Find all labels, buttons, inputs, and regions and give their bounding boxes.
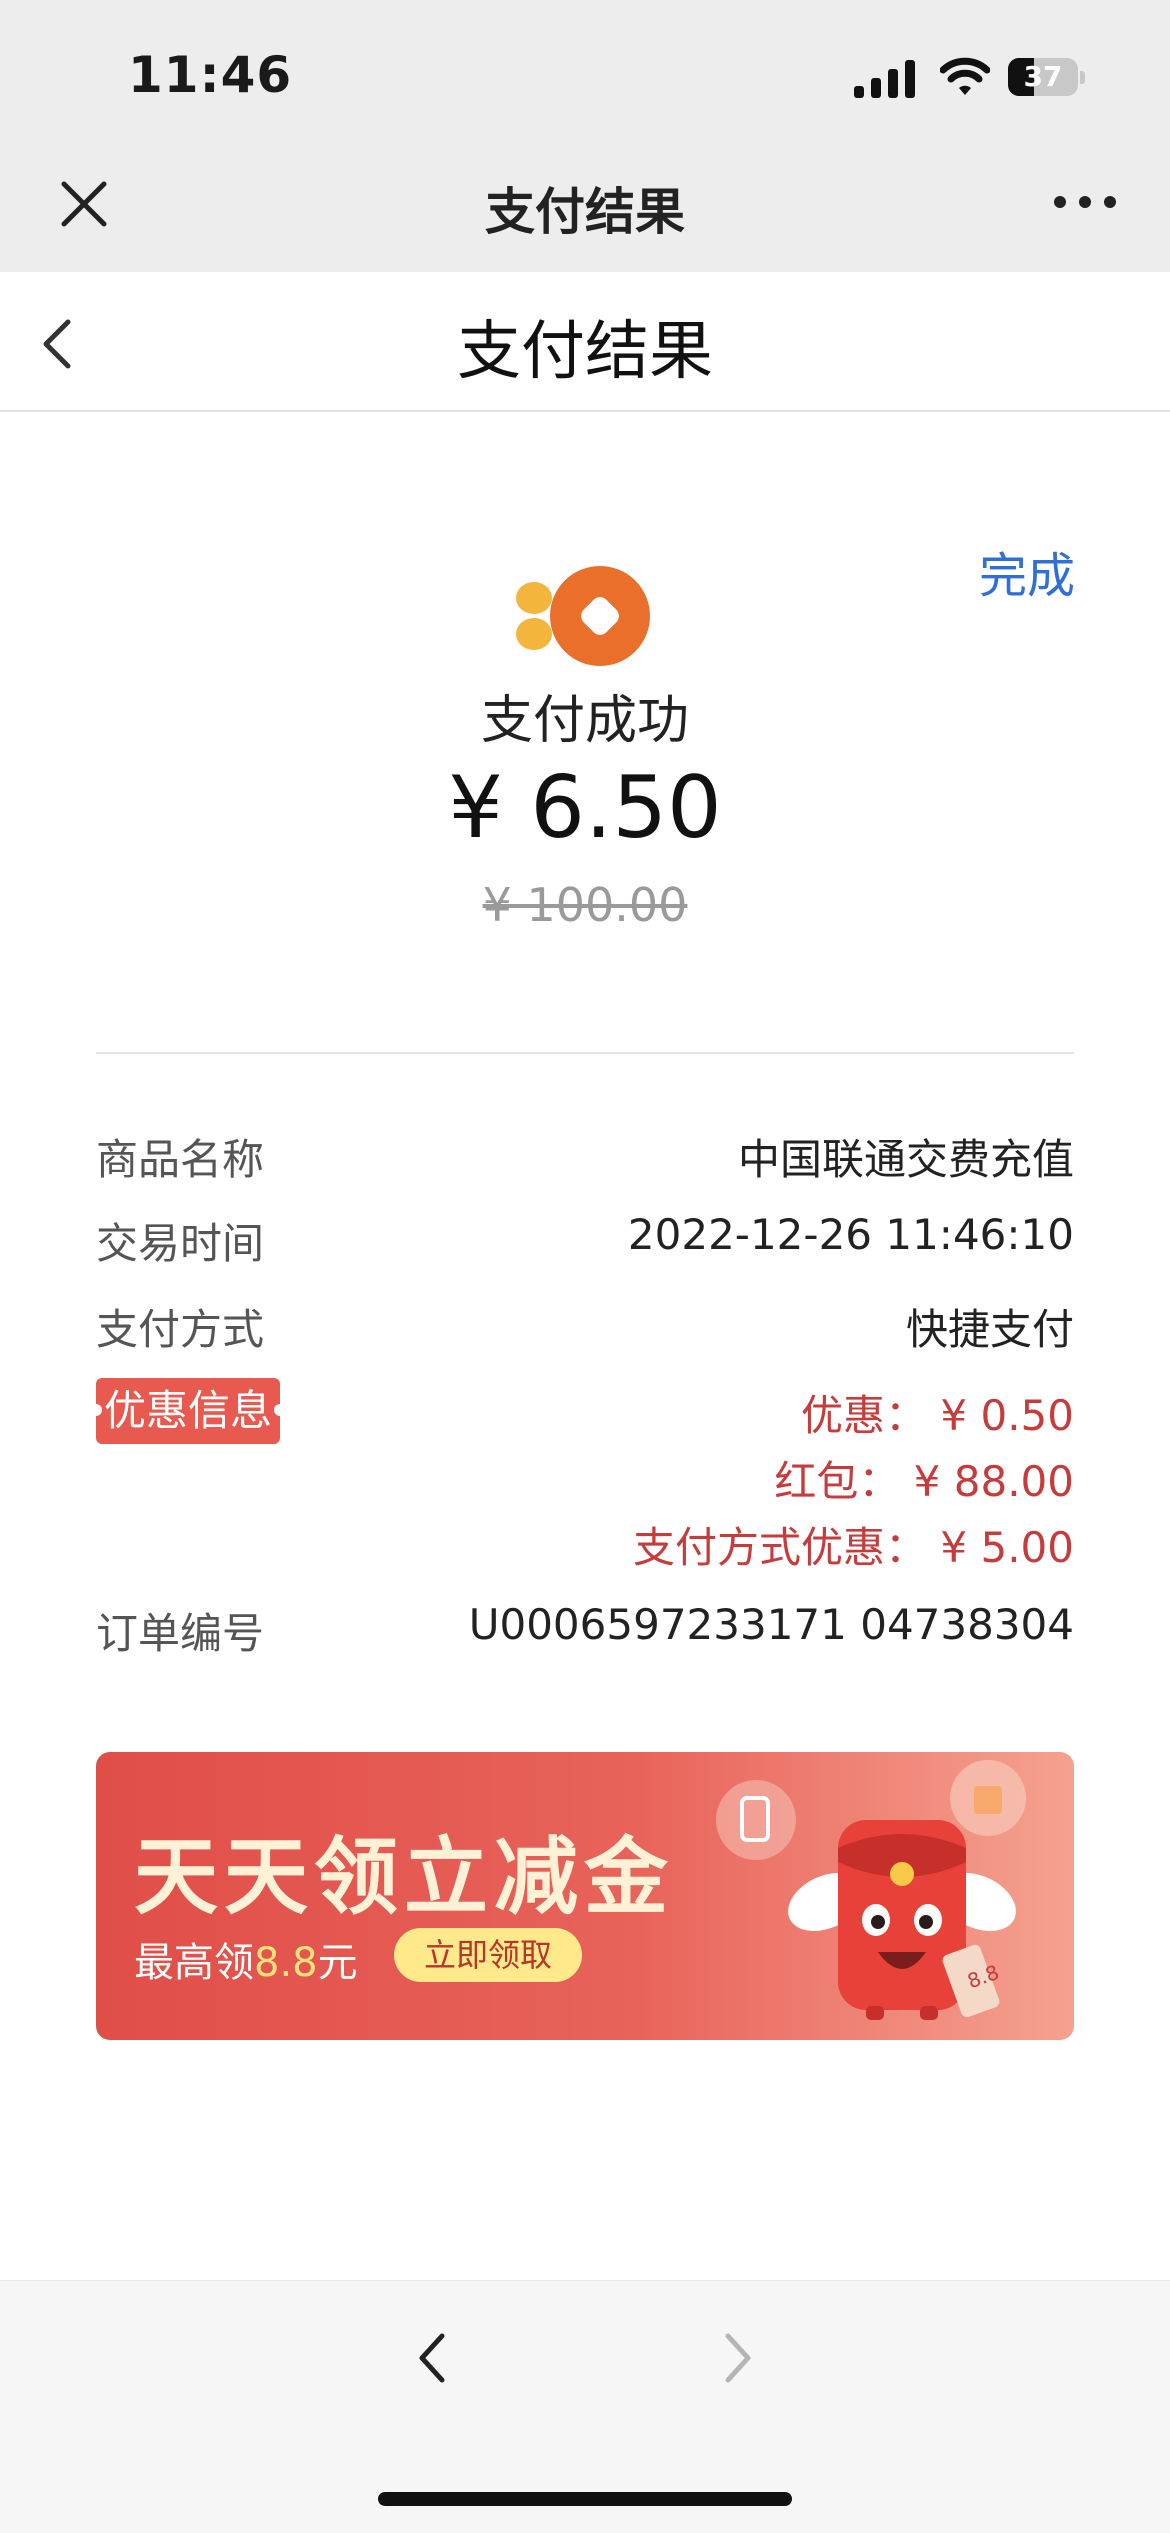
method-value: 快捷支付 xyxy=(905,1305,1074,1354)
discount-method: 支付方式优惠： ¥ 5.00 xyxy=(633,1523,1074,1572)
order-label: 订单编号 xyxy=(96,1609,265,1658)
nav-back-icon[interactable] xyxy=(412,2328,452,2388)
paid-amount: ¥ 6.50 xyxy=(448,758,722,858)
product-value: 中国联通交费充值 xyxy=(737,1135,1074,1184)
discount-redpacket: 红包： ¥ 88.00 xyxy=(774,1457,1074,1506)
close-icon[interactable] xyxy=(56,176,112,232)
wifi-icon xyxy=(939,56,991,98)
original-amount: ¥ 100.00 xyxy=(482,878,688,932)
banner-sub-amount: 8.8 xyxy=(254,1940,318,1986)
claim-button[interactable]: 立即领取 xyxy=(394,1928,582,1982)
done-button[interactable]: 完成 xyxy=(940,536,1075,606)
banner-subtitle: 最高领8.8元 xyxy=(134,1930,358,1988)
payment-logo-icon xyxy=(512,564,652,668)
discount-tag: 优惠信息 xyxy=(90,1378,286,1444)
banner-sub-suffix: 元 xyxy=(317,1940,358,1986)
battery-percent: 37 xyxy=(1023,60,1063,93)
signal-icon xyxy=(854,60,916,98)
banner-sub-prefix: 最高领 xyxy=(134,1940,254,1986)
banner-title: 天天领立减金 xyxy=(134,1828,675,1926)
home-indicator[interactable] xyxy=(378,2492,792,2506)
red-packet-mascot-icon: 8.8 xyxy=(716,1760,1026,2020)
page-title: 支付结果 xyxy=(457,315,713,389)
battery-icon: 37 xyxy=(1008,58,1086,98)
status-time: 11:46 xyxy=(128,46,293,104)
payment-status: 支付成功 xyxy=(480,691,689,751)
promo-banner[interactable]: 天天领立减金 最高领8.8元 立即领取 8.8 xyxy=(96,1752,1074,2040)
more-icon[interactable] xyxy=(1054,196,1116,210)
back-icon[interactable] xyxy=(40,316,74,372)
method-label: 支付方式 xyxy=(96,1305,265,1354)
order-value: U0006597233171 04738304 xyxy=(468,1600,1074,1649)
time-value: 2022-12-26 11:46:10 xyxy=(627,1210,1074,1259)
time-label: 交易时间 xyxy=(96,1219,265,1268)
discount-coupon: 优惠： ¥ 0.50 xyxy=(801,1391,1074,1440)
product-label: 商品名称 xyxy=(96,1135,265,1184)
divider xyxy=(96,1052,1074,1054)
nav-forward-icon[interactable] xyxy=(718,2328,758,2388)
top-bar-title: 支付结果 xyxy=(485,183,685,241)
